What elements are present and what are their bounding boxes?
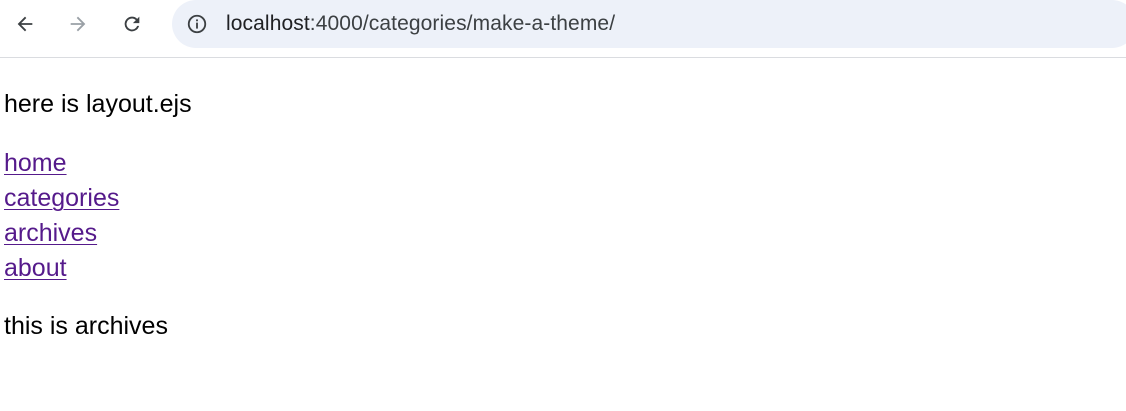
reload-icon — [124, 16, 140, 32]
nav-item-about: about — [4, 251, 119, 286]
forward-button[interactable] — [61, 7, 95, 41]
browser-toolbar: localhost:4000/categories/make-a-theme/ — [0, 0, 1126, 58]
url-text[interactable]: localhost:4000/categories/make-a-theme/ — [226, 12, 615, 36]
arrow-right-icon — [70, 16, 86, 32]
info-icon — [187, 14, 207, 34]
reload-button[interactable] — [115, 7, 149, 41]
arrow-left-icon — [17, 16, 33, 32]
body-text: this is archives — [4, 312, 168, 340]
layout-text: here is layout.ejs — [4, 90, 192, 118]
back-button[interactable] — [8, 7, 42, 41]
nav-item-home: home — [4, 146, 119, 181]
nav-link-about[interactable]: about — [4, 254, 67, 282]
page-content: here is layout.ejs home categories archi… — [0, 59, 1126, 411]
url-host: localhost — [226, 12, 310, 35]
site-info-button[interactable] — [184, 11, 210, 37]
site-nav: home categories archives about — [4, 146, 119, 286]
nav-link-archives[interactable]: archives — [4, 219, 97, 247]
nav-item-archives: archives — [4, 216, 119, 251]
address-bar[interactable]: localhost:4000/categories/make-a-theme/ — [172, 0, 1126, 48]
nav-item-categories: categories — [4, 181, 119, 216]
nav-link-home[interactable]: home — [4, 149, 67, 177]
url-path: :4000/categories/make-a-theme/ — [309, 12, 616, 35]
nav-link-categories[interactable]: categories — [4, 184, 119, 212]
